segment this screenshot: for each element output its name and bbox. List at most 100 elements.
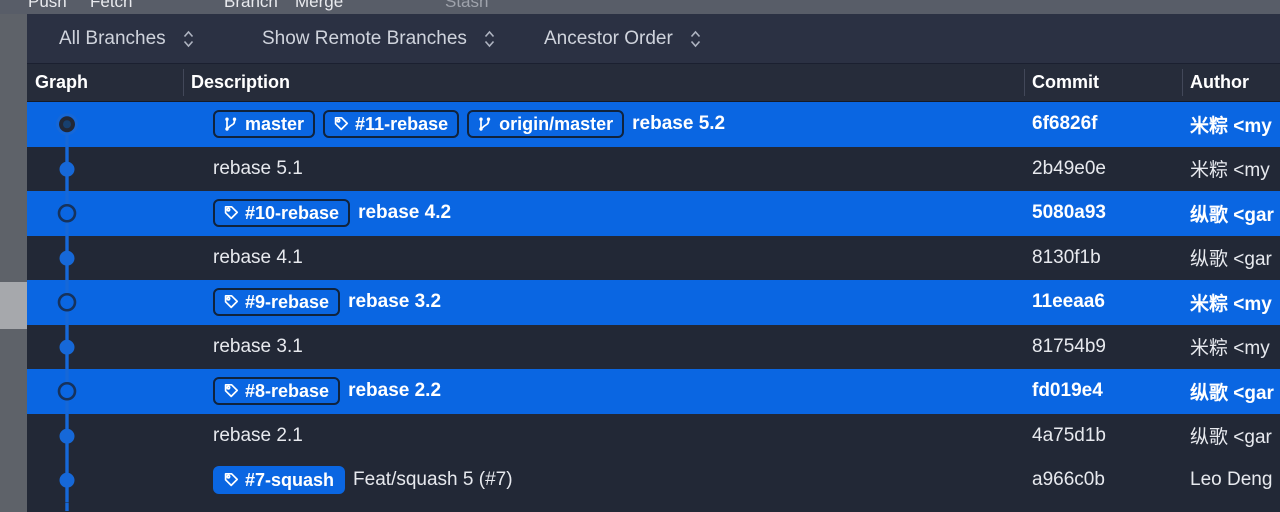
tag-badge[interactable]: #10-rebase bbox=[213, 199, 351, 228]
commit-row[interactable]: #9-rebase rebase 3.2 11eeaa6 米粽 <my bbox=[27, 280, 1280, 325]
description-cell: rebase 5.1 bbox=[185, 147, 1025, 192]
description-cell: master #11-rebase origin/master rebase 5.2 bbox=[185, 102, 1025, 147]
toolbar-button-merge[interactable]: Merge bbox=[295, 0, 343, 12]
graph-cell bbox=[27, 280, 185, 325]
main-toolbar: Push Fetch Branch Merge Stash bbox=[0, 0, 1280, 14]
tag-badge[interactable]: #11-rebase bbox=[323, 110, 460, 139]
ref-label: #8-rebase bbox=[245, 380, 330, 401]
branch-icon bbox=[479, 117, 491, 131]
commit-hash: 2b49e0e bbox=[1032, 157, 1106, 179]
graph-node bbox=[59, 413, 75, 458]
graph-node bbox=[57, 191, 77, 236]
column-header-graph[interactable]: Graph bbox=[35, 64, 88, 101]
description-cell bbox=[185, 503, 1025, 511]
toolbar-button-fetch[interactable]: Fetch bbox=[90, 0, 133, 12]
git-graph-window: Push Fetch Branch Merge Stash All Branches Sh… bbox=[0, 0, 1280, 512]
graph-cell bbox=[27, 102, 185, 147]
filter-label: All Branches bbox=[59, 27, 166, 49]
commit-row[interactable]: rebase 3.1 81754b9 米粽 <my bbox=[27, 324, 1280, 370]
commit-row[interactable]: master #11-rebase origin/master rebase 5.2 6… bbox=[27, 102, 1280, 147]
tag-icon bbox=[334, 117, 349, 131]
filter-ancestor-order[interactable]: Ancestor Order bbox=[544, 14, 702, 63]
commit-hash: 6f6826f bbox=[1032, 113, 1098, 135]
commit-author: 米粽 <my bbox=[1190, 160, 1270, 182]
commit-message: rebase 5.2 bbox=[632, 113, 726, 135]
toolbar-button-branch[interactable]: Branch bbox=[224, 0, 278, 12]
filter-show-remote-branches[interactable]: Show Remote Branches bbox=[262, 14, 496, 63]
tag-icon bbox=[223, 205, 239, 221]
commit-author: 纵歌 <gar bbox=[1190, 249, 1272, 271]
ref-label: #9-rebase bbox=[245, 291, 330, 312]
commit-row[interactable]: #10-rebase rebase 4.2 5080a93 纵歌 <gar bbox=[27, 191, 1280, 236]
tag-icon bbox=[224, 295, 239, 309]
branch-icon bbox=[477, 116, 493, 132]
commit-message: rebase 2.2 bbox=[348, 380, 442, 402]
vertical-scrollbar[interactable] bbox=[0, 14, 27, 512]
column-header-commit[interactable]: Commit bbox=[1032, 64, 1099, 101]
description-cell: rebase 2.1 bbox=[185, 414, 1025, 459]
column-divider[interactable] bbox=[183, 69, 184, 96]
commit-row[interactable]: rebase 2.1 4a75d1b 纵歌 <gar bbox=[27, 413, 1280, 459]
tag-badge[interactable]: #7-squash bbox=[213, 466, 346, 495]
filter-all-branches[interactable]: All Branches bbox=[59, 14, 195, 63]
commit-message: rebase 2.1 bbox=[213, 424, 303, 446]
commit-author bbox=[1183, 503, 1280, 512]
branch-badge[interactable]: origin/master bbox=[467, 110, 625, 139]
commit-row[interactable]: #7-squash Feat/squash 5 (#7) a966c0b Leo De… bbox=[27, 458, 1280, 503]
graph-cell bbox=[27, 146, 185, 191]
column-divider[interactable] bbox=[1024, 69, 1025, 96]
graph-node bbox=[65, 502, 69, 511]
commit-list: master #11-rebase origin/master rebase 5.2 6… bbox=[27, 102, 1280, 511]
graph-cell bbox=[27, 502, 185, 511]
column-header-row: Graph Description Commit Author bbox=[27, 64, 1280, 102]
commit-message: rebase 3.2 bbox=[348, 291, 442, 313]
ref-label: #11-rebase bbox=[355, 113, 449, 134]
commit-message: rebase 3.1 bbox=[213, 335, 303, 357]
commit-hash: 81754b9 bbox=[1032, 335, 1106, 357]
column-header-description[interactable]: Description bbox=[191, 64, 290, 101]
graph-node bbox=[59, 235, 75, 280]
column-divider[interactable] bbox=[1182, 69, 1183, 96]
commit-row[interactable] bbox=[27, 502, 1280, 512]
tag-icon bbox=[223, 294, 239, 310]
commit-hash: fd019e4 bbox=[1032, 380, 1103, 402]
ref-label: #10-rebase bbox=[245, 202, 340, 223]
tag-badge[interactable]: #9-rebase bbox=[213, 288, 341, 317]
commit-message: rebase 4.1 bbox=[213, 246, 303, 268]
tag-icon bbox=[223, 472, 239, 488]
graph-cell bbox=[27, 191, 185, 236]
commit-author: Leo Deng bbox=[1190, 469, 1273, 491]
graph-node bbox=[57, 369, 77, 414]
commit-row[interactable]: rebase 5.1 2b49e0e 米粽 <my bbox=[27, 146, 1280, 192]
description-cell: rebase 3.1 bbox=[185, 325, 1025, 370]
commit-row[interactable]: rebase 4.1 8130f1b 纵歌 <gar bbox=[27, 235, 1280, 281]
toolbar-button-stash[interactable]: Stash bbox=[445, 0, 488, 12]
branch-badge[interactable]: master bbox=[213, 110, 316, 139]
toolbar-button-push[interactable]: Push bbox=[28, 0, 67, 12]
stepper-control[interactable] bbox=[689, 28, 702, 50]
description-cell: rebase 4.1 bbox=[185, 236, 1025, 281]
stepper-control[interactable] bbox=[182, 28, 195, 50]
filter-bar: All Branches Show Remote Branches Ancestor… bbox=[27, 14, 1280, 64]
stepper-icon bbox=[484, 30, 494, 47]
scrollbar-thumb[interactable] bbox=[0, 282, 27, 329]
graph-cell bbox=[27, 458, 185, 503]
stepper-icon bbox=[183, 30, 193, 47]
graph-cell bbox=[27, 235, 185, 280]
graph-cell bbox=[27, 324, 185, 369]
commit-message: Feat/squash 5 (#7) bbox=[353, 469, 513, 491]
column-header-author[interactable]: Author bbox=[1190, 64, 1249, 101]
commit-author: 纵歌 <gar bbox=[1190, 204, 1274, 226]
stepper-control[interactable] bbox=[483, 28, 496, 50]
description-cell: #8-rebase rebase 2.2 bbox=[185, 369, 1025, 414]
graph-cell bbox=[27, 369, 185, 414]
tag-badge[interactable]: #8-rebase bbox=[213, 377, 341, 406]
ref-label: origin/master bbox=[499, 113, 614, 134]
commit-author: 米粽 <my bbox=[1190, 338, 1270, 360]
commit-author: 米粽 <my bbox=[1190, 115, 1272, 137]
commit-hash: 5080a93 bbox=[1032, 202, 1106, 224]
ref-label: #7-squash bbox=[245, 469, 335, 490]
tag-icon bbox=[224, 206, 239, 220]
commit-author: 纵歌 <gar bbox=[1190, 382, 1274, 404]
commit-row[interactable]: #8-rebase rebase 2.2 fd019e4 纵歌 <gar bbox=[27, 369, 1280, 414]
